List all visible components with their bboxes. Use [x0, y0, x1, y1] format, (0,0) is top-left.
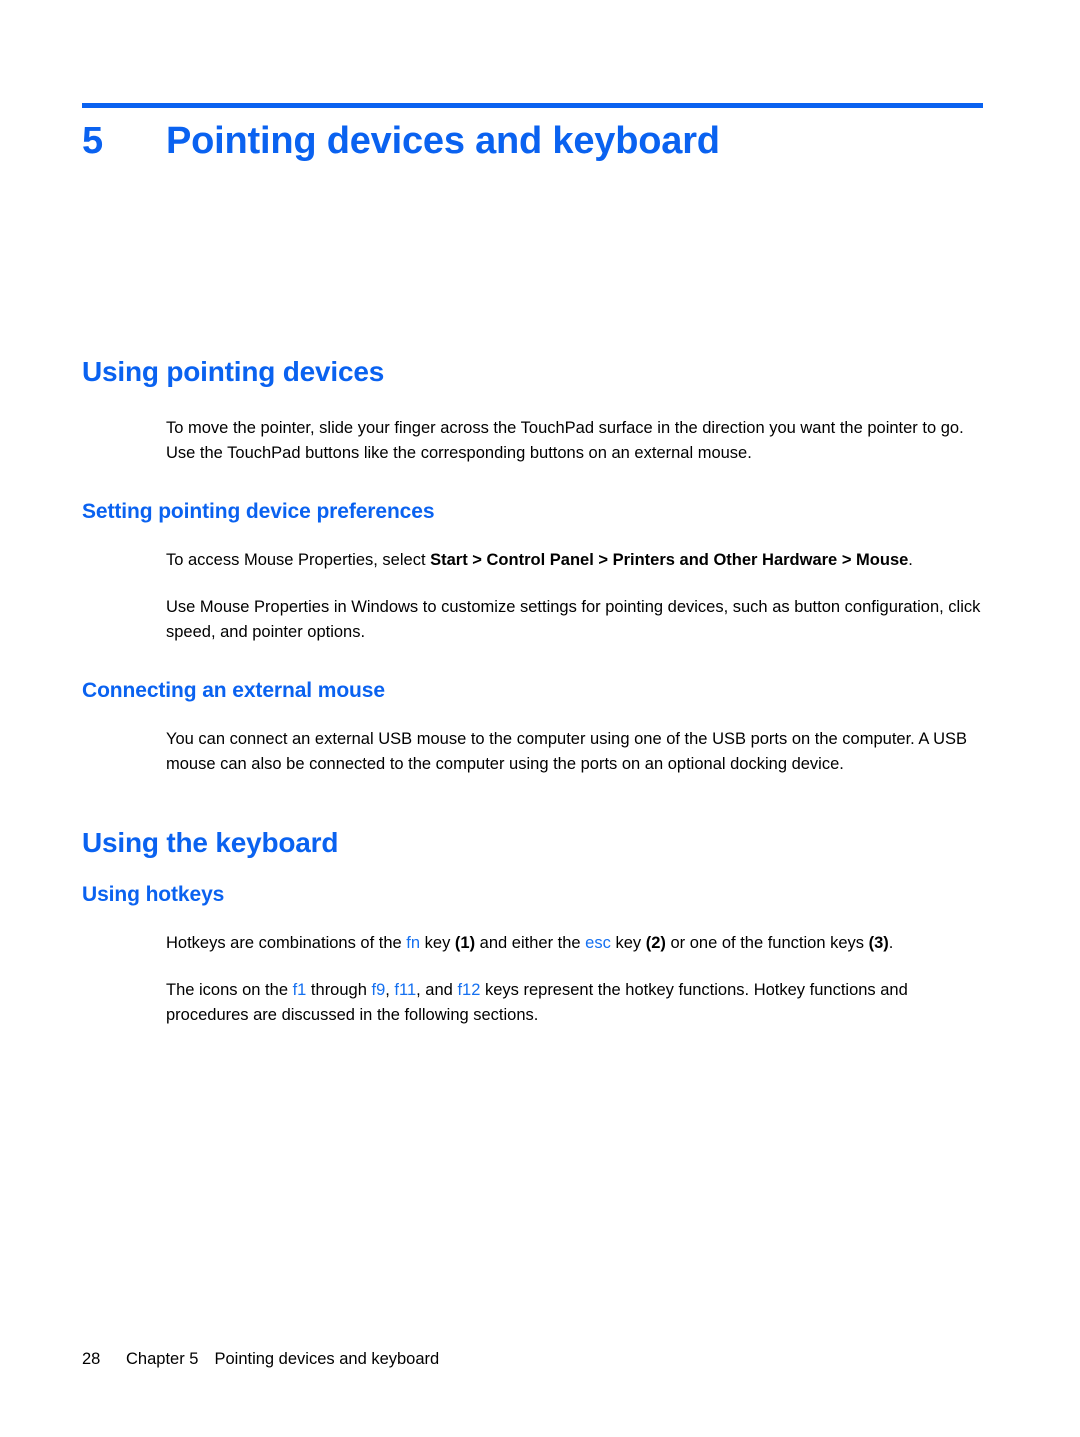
chapter-title-text: Pointing devices and keyboard [166, 120, 720, 162]
key-reference-f12: f12 [457, 981, 481, 999]
hotkey-icons-text-2: through [306, 981, 372, 999]
hotkey-icons-text-1: The icons on the [166, 981, 293, 999]
hotkey-text-3: and either the [475, 934, 586, 952]
hotkey-text-4: key [610, 934, 646, 952]
callout-number-3: (3) [868, 934, 889, 952]
heading-using-the-keyboard: Using the keyboard [82, 827, 339, 858]
hotkey-text-1: Hotkeys are combinations of the [166, 934, 407, 952]
hotkey-text-5: or one of the function keys [665, 934, 869, 952]
paragraph-pointing-devices-intro: To move the pointer, slide your finger a… [166, 419, 964, 462]
mouse-path-bold: Start > Control Panel > Printers and Oth… [430, 551, 909, 569]
hotkey-text-6: . [888, 934, 894, 952]
chapter-heading: 5 Pointing devices and keyboard [82, 118, 983, 164]
hotkey-icons-text-4: , and [416, 981, 458, 999]
hotkey-text-2: key [420, 934, 455, 952]
heading-setting-pointing-device-preferences: Setting pointing device preferences [82, 500, 435, 523]
paragraph-mouse-properties-customize: Use Mouse Properties in Windows to custo… [166, 598, 981, 641]
callout-number-2: (2) [645, 934, 666, 952]
mouse-path-prefix: To access Mouse Properties, select [166, 551, 431, 569]
chapter-number: 5 [82, 120, 103, 162]
key-reference-f9: f9 [371, 981, 386, 999]
footer-chapter-title: Pointing devices and keyboard [214, 1350, 440, 1368]
heading-using-hotkeys: Using hotkeys [82, 883, 225, 906]
document-page: 5 Pointing devices and keyboard Using poi… [0, 0, 1080, 1437]
paragraph-mouse-properties-path: To access Mouse Properties, select Start… [166, 548, 987, 573]
paragraph-connecting-external-mouse: You can connect an external USB mouse to… [166, 730, 968, 773]
footer-page-number: 28 [82, 1350, 101, 1368]
mouse-path-suffix: . [908, 551, 913, 569]
page-content: Using pointing devices To move the point… [82, 355, 987, 1028]
page-footer: 28 Chapter 5 Pointing devices and keyboard [82, 1348, 439, 1370]
key-reference-f1: f1 [292, 981, 307, 999]
paragraph-hotkey-icons: The icons on the f1 through f9, f11, and… [166, 978, 987, 1028]
chapter-header-rule [82, 103, 983, 108]
paragraph-hotkey-combinations: Hotkeys are combinations of the fn key (… [166, 931, 987, 956]
heading-connecting-an-external-mouse: Connecting an external mouse [82, 679, 385, 702]
key-reference-esc: esc [585, 934, 611, 952]
key-reference-f11: f11 [394, 981, 417, 999]
callout-number-1: (1) [454, 934, 476, 952]
heading-using-pointing-devices: Using pointing devices [82, 356, 385, 387]
footer-chapter-label: Chapter 5 [126, 1350, 199, 1368]
key-reference-fn: fn [406, 934, 421, 952]
